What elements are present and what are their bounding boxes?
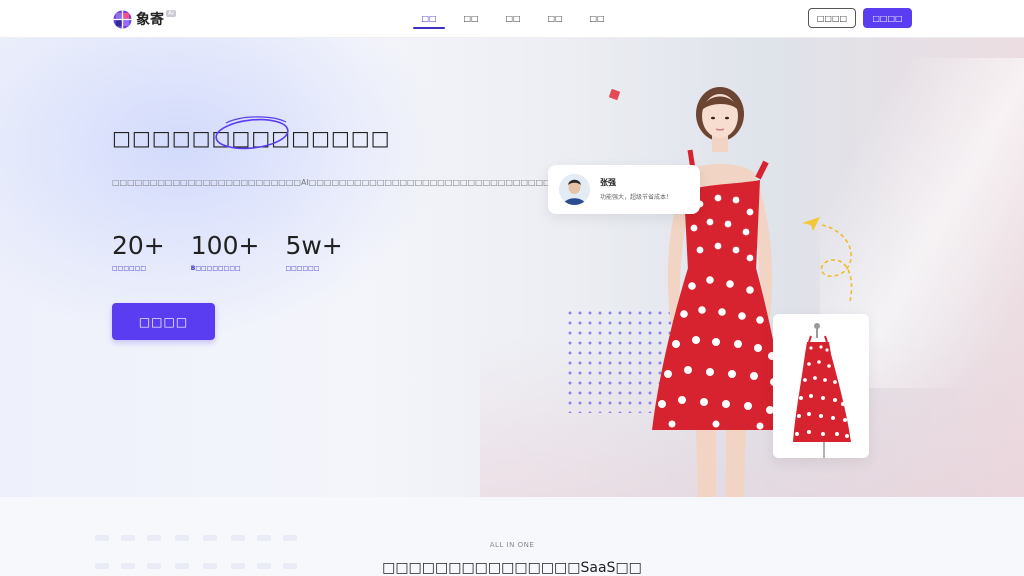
stat-value: 20+: [112, 231, 165, 260]
review-name: 张强: [600, 178, 616, 187]
stat-label: □□□□□□: [285, 265, 320, 272]
product-card: [773, 314, 869, 458]
stat-label: B□□□□□□□□: [190, 265, 241, 272]
stat-label: □□□□□□: [112, 265, 147, 272]
signup-button[interactable]: □□□□: [863, 8, 912, 28]
main-nav: □□ □□ □□ □□ □□: [413, 0, 623, 37]
product-dress-image: [773, 314, 869, 458]
nav-item-2[interactable]: □□: [455, 0, 487, 37]
nav-item-5[interactable]: □□: [581, 0, 613, 37]
stat-value: 100+: [190, 231, 260, 260]
nav-item-3[interactable]: □□: [497, 0, 529, 37]
section-kicker: ALL IN ONE: [489, 541, 535, 549]
stat-item: 100+ B□□□□□□□□: [191, 231, 260, 272]
stat-value: 5w+: [285, 231, 343, 260]
stats-row: 20+ □□□□□□ 100+ B□□□□□□□□ 5w+ □□□□□□: [112, 231, 369, 272]
logo-badge: AI: [166, 9, 176, 17]
model-photo: [652, 87, 788, 497]
cta-button[interactable]: □□□□: [112, 303, 215, 340]
hero-section: □□□□□□□□□□□□□□ □□□□□□□□□□□□□□□□□□□□□□□□□…: [0, 38, 1024, 497]
logo-mark-icon: [113, 9, 132, 29]
red-square-icon: [608, 88, 621, 101]
nav-item-4[interactable]: □□: [539, 0, 571, 37]
review-text: 功能强大，超级节省成本！: [600, 194, 673, 201]
stat-item: 5w+ □□□□□□: [285, 231, 342, 272]
nav-item-1[interactable]: □□: [413, 0, 445, 37]
avatar: [559, 174, 590, 205]
stat-item: 20+ □□□□□□: [112, 231, 165, 272]
hero-description: □□□□□□□□□□□□□□□□□□□□□□□□□AI□□□□□□□□□□□□□…: [112, 178, 748, 187]
section-title: □□□□□□□□□□□□□□□SaaS□□: [382, 560, 642, 576]
logo[interactable]: 象寄 AI: [113, 9, 176, 29]
logo-text: 象寄: [136, 12, 164, 28]
dashed-circle-icon: [820, 224, 853, 302]
all-in-one-section: ALL IN ONE □□□□□□□□□□□□□□□SaaS□□: [0, 497, 1024, 576]
login-button[interactable]: □□□□: [808, 8, 856, 28]
highlight-ring-icon: [215, 116, 289, 150]
review-card: 张强 功能强大，超级节省成本！: [548, 165, 700, 214]
top-header: 象寄 AI □□ □□ □□ □□ □□ □□□□ □□□□: [0, 0, 1024, 38]
